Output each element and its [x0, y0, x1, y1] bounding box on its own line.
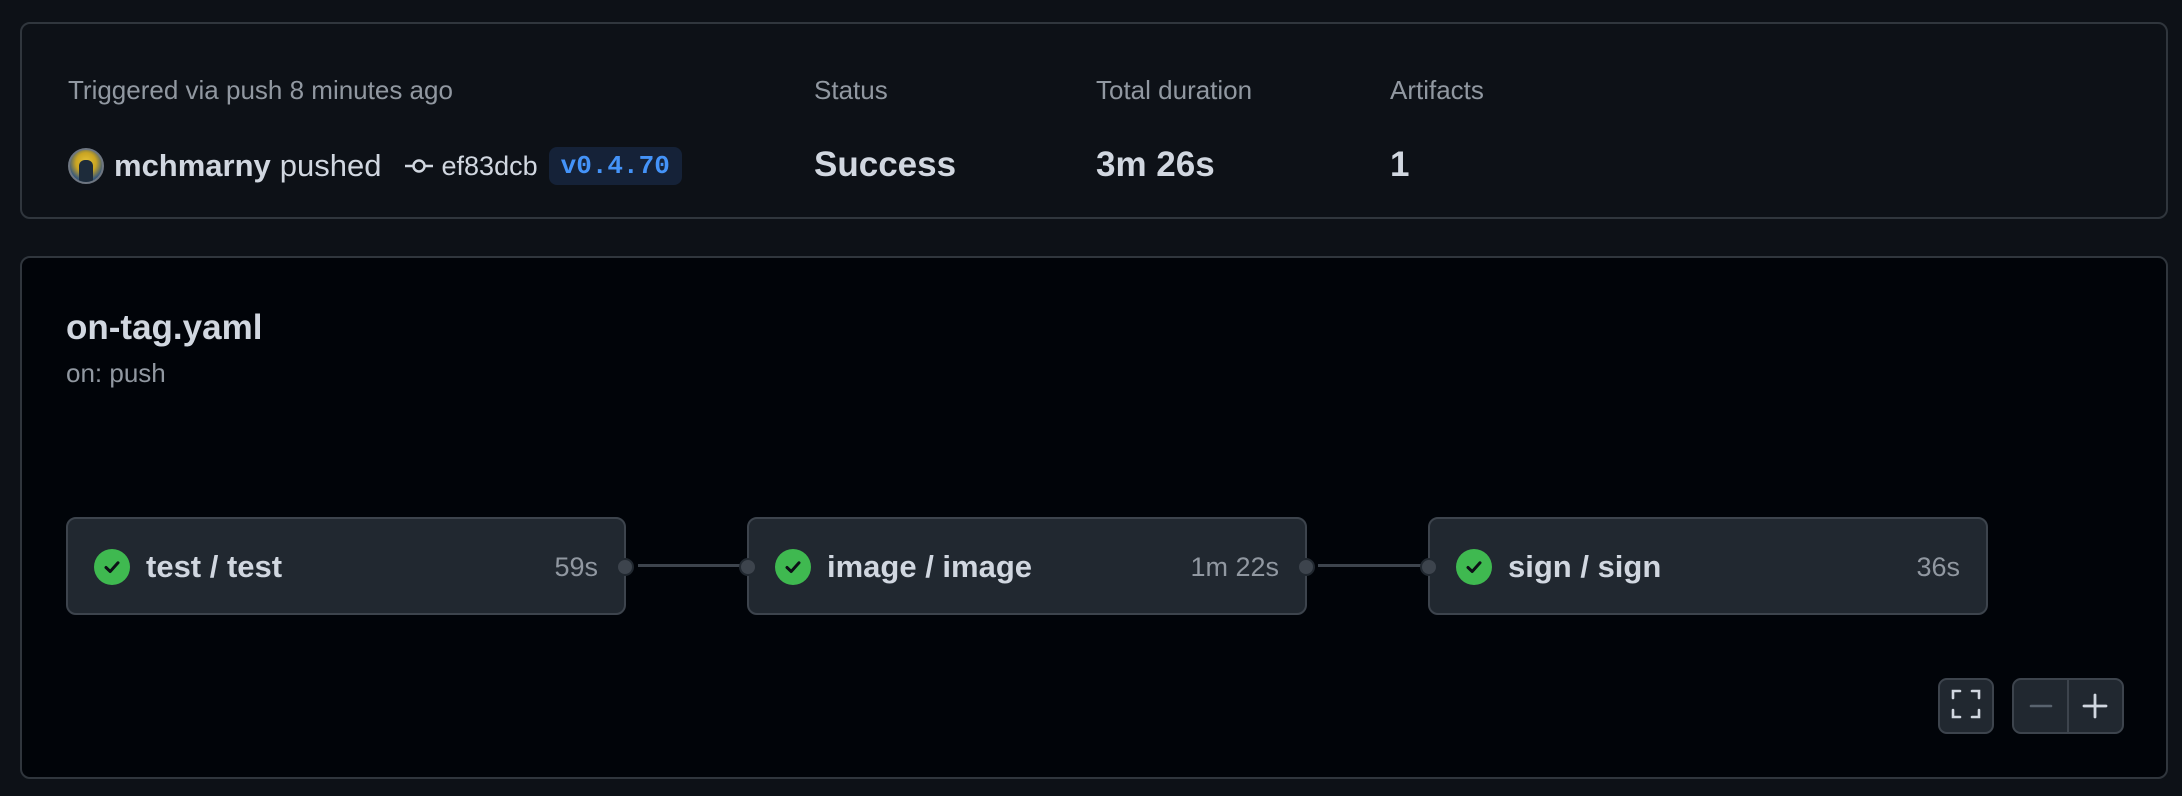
artifacts-value[interactable]: 1 [1390, 144, 1409, 186]
job-card-test[interactable]: test / test 59s [66, 517, 634, 615]
job-name: sign / sign [1508, 549, 1662, 584]
duration-label: Total duration [1096, 75, 1253, 105]
status-label: Status [814, 75, 888, 105]
job-name: test / test [146, 549, 283, 584]
job-card-sign[interactable]: sign / sign 36s [1420, 517, 1988, 615]
job-duration: 59s [554, 552, 598, 582]
run-summary-card: Triggered via push 8 minutes ago mchmarn… [20, 22, 2168, 219]
job-duration: 36s [1916, 552, 1960, 582]
avatar[interactable] [68, 148, 104, 184]
check-circle-icon [94, 549, 130, 585]
check-circle-icon [775, 549, 811, 585]
duration-column: Total duration 3m 26s [1096, 74, 1253, 184]
job-connector [638, 564, 750, 567]
tag-badge[interactable]: v0.4.70 [548, 147, 682, 185]
output-port [1297, 558, 1315, 576]
job-connector [1318, 564, 1430, 567]
fullscreen-button[interactable] [1938, 678, 1994, 734]
fullscreen-icon [1950, 688, 1982, 725]
minus-icon [2029, 704, 2052, 708]
commit-sha-link[interactable]: ef83dcb [442, 151, 538, 182]
check-circle-icon [1456, 549, 1492, 585]
plus-icon [2083, 693, 2108, 719]
status-column: Status Success [814, 74, 956, 184]
zoom-in-button[interactable] [2069, 680, 2122, 732]
workflow-graph: on-tag.yaml on: push test / test 59s ima… [20, 256, 2168, 779]
artifacts-label: Artifacts [1390, 75, 1484, 105]
input-port [739, 558, 757, 576]
duration-value: 3m 26s [1096, 145, 1215, 184]
artifacts-column: Artifacts 1 [1390, 74, 1484, 184]
trigger-label: Triggered via push 8 minutes ago [68, 75, 453, 105]
status-value: Success [814, 145, 957, 184]
input-port [1420, 558, 1438, 576]
zoom-out-button[interactable] [2014, 680, 2067, 732]
job-card-image[interactable]: image / image 1m 22s [739, 517, 1315, 615]
job-duration: 1m 22s [1190, 552, 1279, 582]
trigger-column: Triggered via push 8 minutes ago mchmarn… [68, 74, 682, 185]
action-text: pushed [279, 148, 382, 183]
workflow-trigger: on: push [66, 358, 166, 388]
output-port [616, 558, 634, 576]
trigger-details: mchmarny pushed ef83dcb v0.4.70 [68, 146, 682, 186]
actor-link[interactable]: mchmarny [114, 148, 271, 184]
workflow-file-name[interactable]: on-tag.yaml [66, 308, 262, 348]
git-commit-icon [404, 156, 434, 176]
zoom-controls [2012, 678, 2124, 734]
job-name: image / image [827, 549, 1033, 584]
